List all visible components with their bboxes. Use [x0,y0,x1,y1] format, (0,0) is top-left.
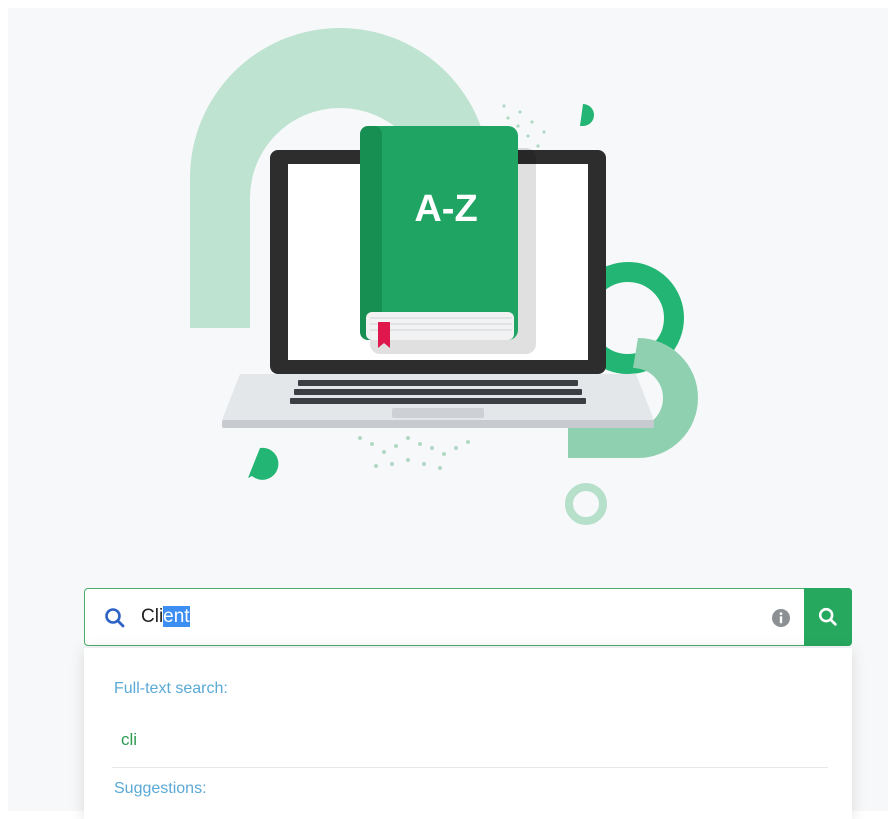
dictionary-illustration: A-Z [190,28,698,525]
dropdown-divider [112,767,828,768]
drop-left-shape [248,447,279,480]
search-input-text: Cli [141,606,164,627]
suggestions-heading: Suggestions: [114,780,207,797]
search-box[interactable]: Client [84,588,852,646]
book-cover [360,126,518,340]
laptop-trackpad [392,408,484,418]
book-spine [360,126,382,340]
page-background: A-Z Client Full-text search: cli Suggest… [8,8,888,819]
ring-bottom-shape [565,483,607,525]
fulltext-heading: Full-text search: [114,680,228,697]
drop-top-shape [580,104,594,126]
search-suggestions-dropdown: Full-text search: cli Suggestions: [84,648,852,819]
info-icon[interactable] [771,608,791,628]
book-label: A-Z [414,188,477,230]
search-input[interactable]: Client [141,602,761,632]
search-button-icon [818,607,837,626]
search-icon [105,608,125,628]
search-input-selection: ent [163,606,190,627]
search-button[interactable] [804,588,852,646]
laptop-keyboard [290,380,586,404]
fulltext-item[interactable]: cli [121,730,137,750]
